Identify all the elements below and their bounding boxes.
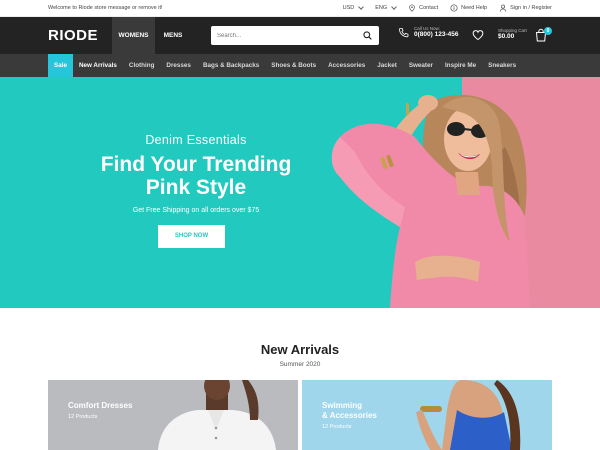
language-select[interactable]: ENG bbox=[375, 4, 397, 11]
account-link[interactable]: Sign in / Register bbox=[499, 4, 552, 12]
dress-model-image bbox=[158, 380, 276, 450]
nav-item-clothing[interactable]: Clothing bbox=[123, 54, 161, 77]
hero-text: Denim Essentials Find Your Trending Pink… bbox=[96, 133, 296, 214]
site-logo[interactable]: RIODE bbox=[48, 27, 98, 44]
nav-item-accessories[interactable]: Accessories bbox=[322, 54, 371, 77]
cart-total: $0.00 bbox=[498, 33, 515, 40]
phone-icon bbox=[399, 27, 409, 37]
nav-item-bags-backpacks[interactable]: Bags & Backpacks bbox=[197, 54, 265, 77]
info-icon bbox=[450, 4, 458, 12]
top-bar-links: USD ENG Contact Need Help Sign in / Regi… bbox=[343, 4, 552, 12]
card-count: 12 Products bbox=[68, 414, 98, 420]
currency-select[interactable]: USD bbox=[342, 4, 365, 11]
top-bar: Welcome to Riode store message or remove… bbox=[0, 0, 600, 17]
hero-title-line-1: Find Your Trending bbox=[100, 153, 292, 176]
currency-value: USD bbox=[342, 5, 355, 11]
card-title: Swimming & Accessories bbox=[322, 401, 377, 421]
map-pin-icon bbox=[409, 4, 415, 12]
nav-item-dresses[interactable]: Dresses bbox=[160, 54, 197, 77]
nav-item-sweater[interactable]: Sweater bbox=[403, 54, 439, 77]
category-card-dresses[interactable]: Comfort Dresses 12 Products bbox=[48, 380, 298, 450]
cart-count-badge: 0 bbox=[544, 27, 552, 35]
shopping-cart[interactable]: Shopping Cart $0.00 bbox=[498, 28, 527, 40]
hero-subtitle: Denim Essentials bbox=[145, 133, 247, 147]
shop-now-button[interactable]: SHOP NOW bbox=[158, 225, 225, 248]
help-label: Need Help bbox=[461, 5, 488, 11]
tab-womens[interactable]: WOMENS bbox=[112, 17, 155, 54]
main-nav: Sale New Arrivals Clothing Dresses Bags … bbox=[0, 54, 600, 77]
tab-mens[interactable]: MENS bbox=[155, 17, 191, 54]
section-subtitle: Summer 2020 bbox=[279, 361, 321, 368]
nav-item-shoes-boots[interactable]: Shoes & Boots bbox=[265, 54, 322, 77]
hero-title-line-2: Pink Style bbox=[145, 176, 247, 199]
card-title-line-2: & Accessories bbox=[322, 411, 377, 420]
swim-model-image bbox=[416, 380, 521, 450]
nav-item-jacket[interactable]: Jacket bbox=[371, 54, 403, 77]
search-box bbox=[211, 26, 379, 45]
user-icon bbox=[499, 4, 507, 12]
hero-banner: Denim Essentials Find Your Trending Pink… bbox=[0, 77, 600, 308]
language-value: ENG bbox=[375, 5, 388, 11]
search-input[interactable] bbox=[217, 30, 347, 41]
section-title: New Arrivals bbox=[260, 342, 340, 357]
hero-model-image bbox=[331, 94, 530, 308]
category-card-swimming[interactable]: Swimming & Accessories 12 Products bbox=[302, 380, 552, 450]
hero-shipping-note: Get Free Shipping on all orders over $75 bbox=[132, 207, 260, 214]
chevron-down-icon bbox=[358, 4, 365, 10]
contact-label: Contact bbox=[419, 5, 439, 11]
card-title-line-1: Swimming bbox=[322, 401, 363, 410]
main-header: RIODE WOMENS MENS Call Us Now: 0(800) 12… bbox=[0, 17, 600, 54]
nav-item-sneakers[interactable]: Sneakers bbox=[482, 54, 522, 77]
help-link[interactable]: Need Help bbox=[450, 4, 487, 12]
card-title: Comfort Dresses bbox=[68, 401, 133, 410]
search-icon[interactable] bbox=[363, 31, 372, 40]
call-us[interactable]: Call Us Now: 0(800) 123-456 bbox=[398, 26, 458, 38]
chevron-down-icon bbox=[391, 4, 397, 10]
hero-title: Find Your Trending Pink Style bbox=[96, 153, 296, 199]
nav-item-inspire-me[interactable]: Inspire Me bbox=[439, 54, 482, 77]
account-label: Sign in / Register bbox=[510, 5, 552, 11]
welcome-message: Welcome to Riode store message or remove… bbox=[48, 5, 163, 11]
contact-link[interactable]: Contact bbox=[408, 4, 438, 12]
nav-item-new-arrivals[interactable]: New Arrivals bbox=[73, 54, 123, 77]
card-count: 12 Products bbox=[322, 424, 352, 430]
nav-item-sale[interactable]: Sale bbox=[48, 54, 73, 77]
heart-icon[interactable] bbox=[472, 29, 484, 41]
phone-number: 0(800) 123-456 bbox=[414, 31, 459, 38]
